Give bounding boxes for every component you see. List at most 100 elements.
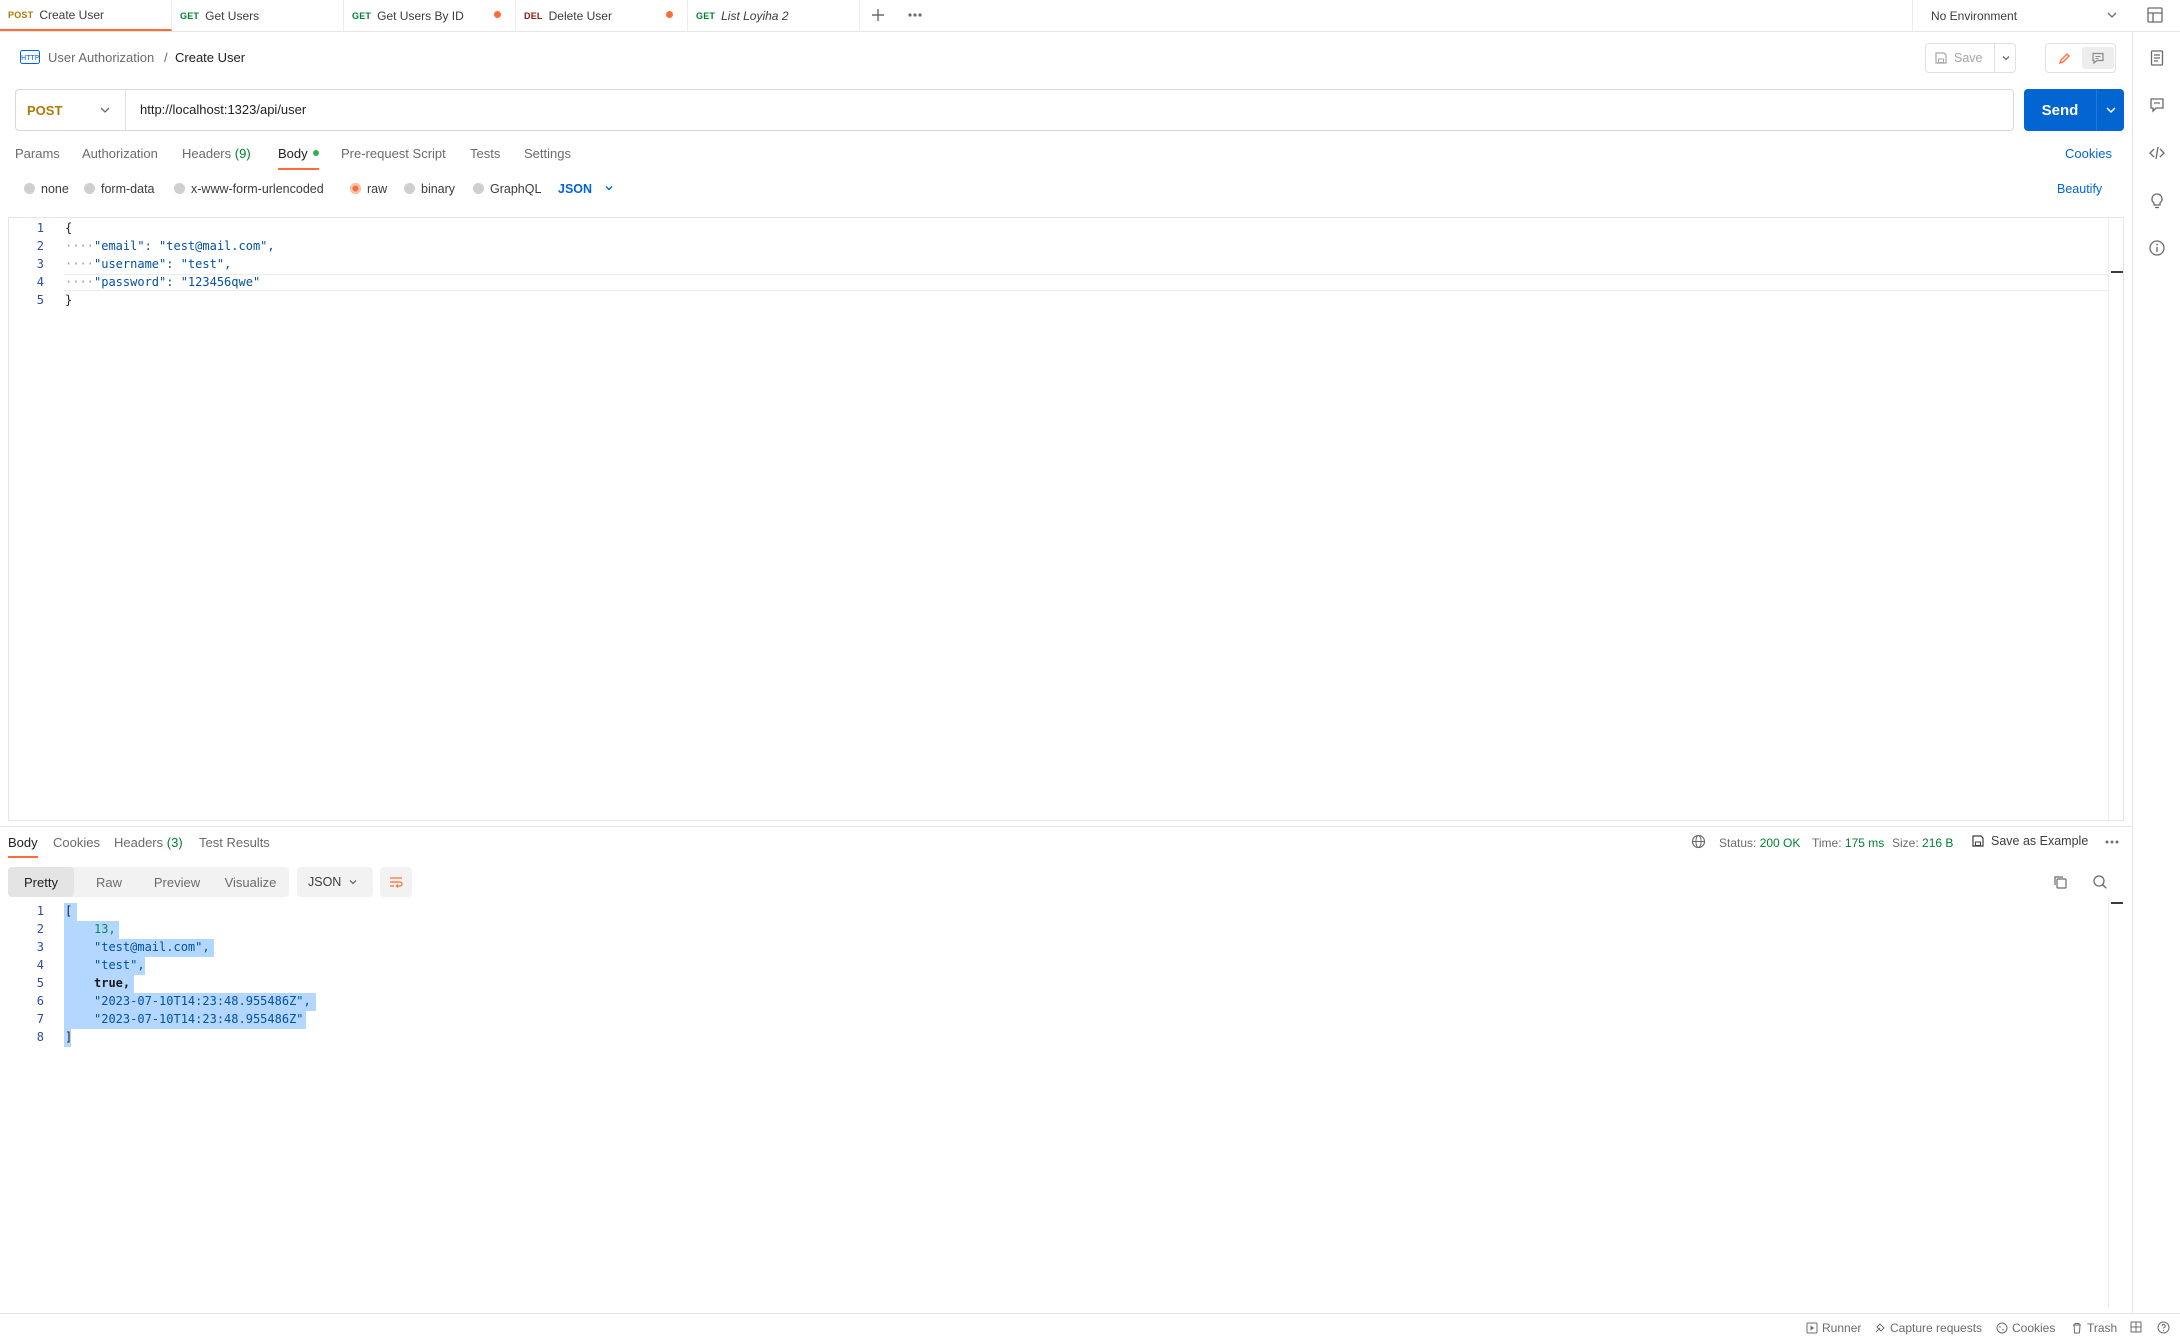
info-icon[interactable]: [2148, 239, 2166, 257]
response-options-ellipsis-icon[interactable]: [2103, 836, 2121, 851]
runner-label: Runner: [1822, 1321, 1862, 1335]
help-icon[interactable]: [2157, 1321, 2174, 1334]
tab-list-loyiha-2[interactable]: GET List Loyiha 2: [688, 0, 860, 31]
scrollbar-thumb[interactable]: [2111, 271, 2123, 273]
trash-button[interactable]: Trash: [2071, 1321, 2117, 1335]
response-tab-headers[interactable]: Headers (3): [114, 835, 183, 850]
time-label: Time:: [1812, 836, 1842, 850]
tab-delete-user[interactable]: DEL Delete User: [516, 0, 688, 31]
view-raw[interactable]: Raw: [76, 867, 142, 897]
response-body-viewer[interactable]: [0, 898, 2132, 1308]
body-type-graphql[interactable]: GraphQL: [473, 182, 541, 196]
tab-create-user[interactable]: POST Create User: [0, 0, 172, 31]
response-format-label: JSON: [308, 875, 342, 889]
trash-icon: [2073, 1323, 2081, 1334]
scrollbar-thumb[interactable]: [2111, 902, 2123, 904]
globe-icon[interactable]: [1691, 834, 1706, 852]
tab-get-users-by-id[interactable]: GET Get Users By ID: [344, 0, 516, 31]
tab-authorization[interactable]: Authorization: [82, 146, 158, 161]
method-badge: GET: [696, 10, 716, 21]
environment-quick-look-icon[interactable]: [2146, 6, 2164, 27]
save-as-example-button[interactable]: Save as Example: [1971, 834, 2088, 848]
tab-params[interactable]: Params: [15, 146, 60, 161]
line-number: 4: [36, 275, 44, 289]
cookies-link[interactable]: Cookies: [2065, 146, 2112, 161]
tab-tests[interactable]: Tests: [470, 146, 500, 161]
two-pane-view-icon[interactable]: [2130, 1321, 2146, 1333]
body-format-selector[interactable]: JSON: [558, 182, 614, 196]
lightbulb-icon[interactable]: [2148, 192, 2166, 210]
current-line-highlight: [64, 274, 2108, 291]
radio-icon: [24, 183, 35, 194]
capture-requests-button[interactable]: Capture requests: [1874, 1321, 1982, 1335]
line-number: 6: [36, 994, 44, 1008]
wrap-lines-button[interactable]: [380, 867, 412, 897]
search-icon[interactable]: [2092, 874, 2108, 893]
tab-pre-request-script[interactable]: Pre-request Script: [341, 146, 446, 161]
send-options-button[interactable]: [2096, 89, 2124, 131]
code-line: ]: [65, 1030, 73, 1044]
editor-scrollbar[interactable]: [2108, 218, 2124, 820]
method-badge: GET: [180, 10, 200, 21]
save-as-example-label: Save as Example: [1991, 834, 2089, 848]
response-format-selector[interactable]: JSON: [297, 867, 373, 897]
save-disk-icon: [1935, 52, 1947, 64]
tab-settings[interactable]: Settings: [524, 146, 571, 161]
body-format-label: JSON: [558, 182, 593, 196]
body-type-form-data[interactable]: form-data: [84, 182, 155, 196]
send-button[interactable]: Send: [2024, 89, 2096, 131]
code-line: true,: [94, 976, 131, 990]
status-info[interactable]: Status: 200 OK: [1719, 836, 1800, 850]
cookies-label: Cookies: [2012, 1321, 2056, 1335]
tab-get-users[interactable]: GET Get Users: [172, 0, 344, 31]
save-button[interactable]: Save: [1926, 44, 1994, 72]
comment-icon: [2092, 52, 2104, 65]
body-indicator-dot-icon: [313, 150, 320, 156]
tab-body[interactable]: Body: [278, 146, 320, 170]
radio-icon: [404, 183, 415, 194]
line-number: 2: [36, 922, 44, 936]
documentation-icon[interactable]: [2148, 49, 2166, 67]
environment-selector[interactable]: No Environment: [1912, 0, 2126, 31]
breadcrumb-collection[interactable]: User Authorization: [48, 50, 154, 65]
pane-splitter[interactable]: [0, 826, 2132, 827]
view-preview[interactable]: Preview: [142, 867, 212, 897]
beautify-button[interactable]: Beautify: [2057, 182, 2102, 196]
runner-button[interactable]: Runner: [1806, 1321, 1861, 1335]
size-info[interactable]: Size: 216 B: [1892, 836, 1953, 850]
cookies-button[interactable]: Cookies: [1996, 1321, 2055, 1335]
response-tab-body[interactable]: Body: [8, 835, 38, 858]
chevron-down-icon: [100, 107, 110, 113]
send-button-group: Send: [2024, 89, 2124, 131]
body-type-none[interactable]: none: [24, 182, 69, 196]
url-input[interactable]: http://localhost:1323/api/user: [140, 102, 306, 117]
tab-options-ellipsis-icon[interactable]: [906, 7, 924, 26]
response-tab-test-results[interactable]: Test Results: [199, 835, 270, 850]
view-visualize[interactable]: Visualize: [212, 867, 289, 897]
code-line: "2023-07-10T14:23:48.955486Z": [94, 1012, 304, 1026]
edit-mode-button[interactable]: [2049, 47, 2081, 69]
request-body-editor[interactable]: [8, 217, 2124, 821]
response-tab-headers-label: Headers: [114, 835, 164, 850]
body-type-label: form-data: [101, 182, 155, 196]
copy-icon[interactable]: [2052, 874, 2068, 893]
breadcrumb-request-name[interactable]: Create User: [175, 50, 245, 65]
body-type-binary[interactable]: binary: [404, 182, 455, 196]
tab-headers[interactable]: Headers (9): [182, 146, 251, 161]
comments-icon[interactable]: [2148, 96, 2166, 114]
response-scrollbar[interactable]: [2108, 898, 2124, 1308]
code-icon[interactable]: [2148, 144, 2166, 162]
view-pretty[interactable]: Pretty: [8, 867, 74, 897]
save-options-button[interactable]: [1994, 44, 2016, 72]
new-tab-plus-icon[interactable]: [870, 7, 886, 26]
comment-mode-button[interactable]: [2082, 47, 2114, 69]
save-disk-icon: [1972, 835, 1984, 847]
unsaved-dot-icon: [666, 11, 673, 18]
breadcrumb-separator: /: [164, 50, 168, 65]
response-tab-cookies[interactable]: Cookies: [53, 835, 100, 850]
body-type-urlencoded[interactable]: x-www-form-urlencoded: [174, 182, 324, 196]
time-info[interactable]: Time: 175 ms: [1812, 836, 1884, 850]
line-number: 1: [36, 221, 44, 235]
method-selector[interactable]: POST: [16, 90, 126, 130]
body-type-raw[interactable]: raw: [350, 182, 387, 196]
